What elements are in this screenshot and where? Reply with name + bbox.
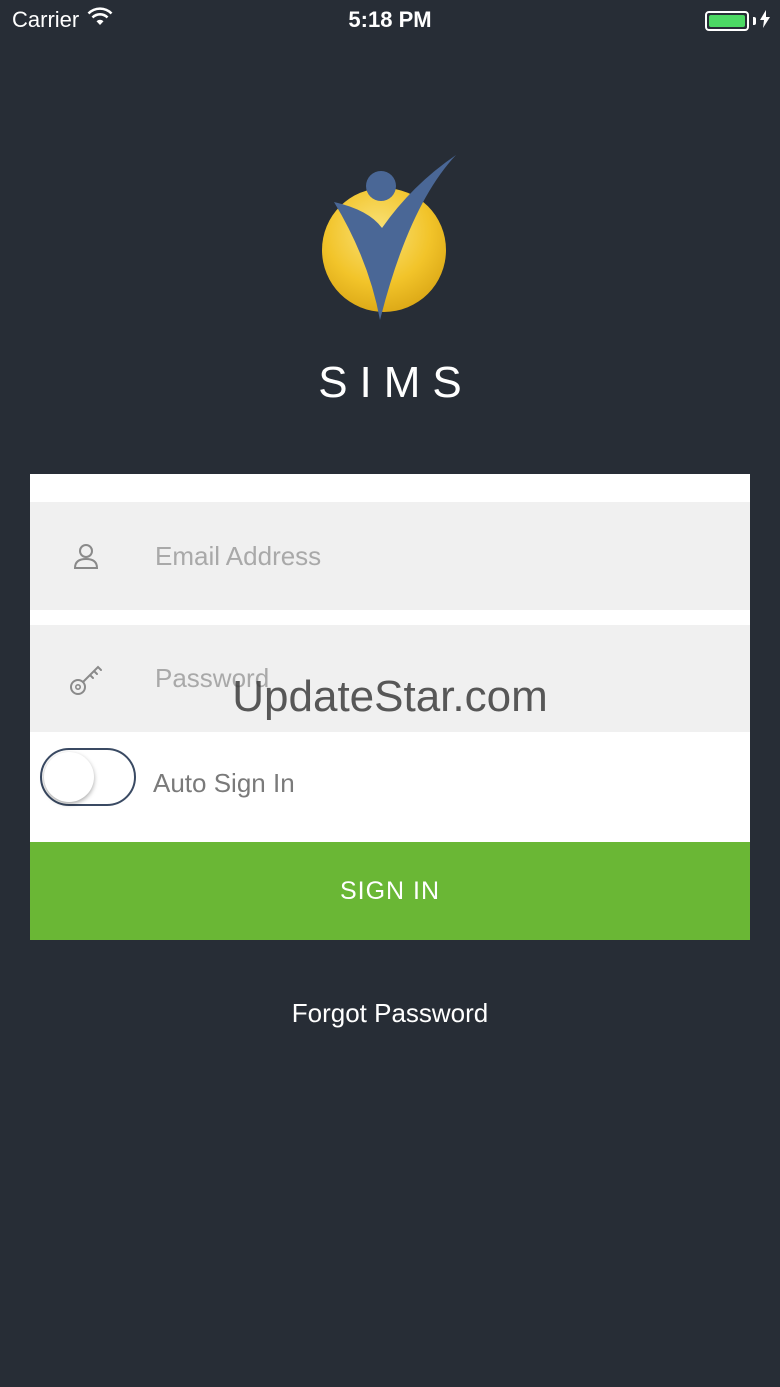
toggle-knob (44, 752, 94, 802)
battery-icon (705, 11, 749, 31)
status-right (705, 8, 770, 34)
email-field-row (30, 502, 750, 610)
password-field-row (30, 625, 750, 732)
forgot-password-link[interactable]: Forgot Password (0, 998, 780, 1029)
auto-sign-in-label: Auto Sign In (153, 768, 295, 798)
auto-sign-in-toggle[interactable] (40, 748, 136, 806)
status-time: 5:18 PM (348, 7, 432, 32)
key-icon (30, 661, 142, 697)
status-bar: Carrier 5:18 PM (0, 0, 780, 40)
app-title: SIMS (318, 358, 474, 407)
charging-icon (760, 8, 770, 34)
sims-logo (314, 150, 464, 330)
sign-in-button[interactable]: SIGN IN (30, 842, 750, 940)
battery-tip (753, 17, 756, 25)
email-input[interactable] (155, 526, 715, 586)
login-card: Auto Sign In SIGN IN (30, 474, 750, 940)
password-input[interactable] (155, 648, 715, 709)
user-icon (30, 542, 142, 570)
auto-sign-in-row: Auto Sign In (30, 732, 750, 842)
